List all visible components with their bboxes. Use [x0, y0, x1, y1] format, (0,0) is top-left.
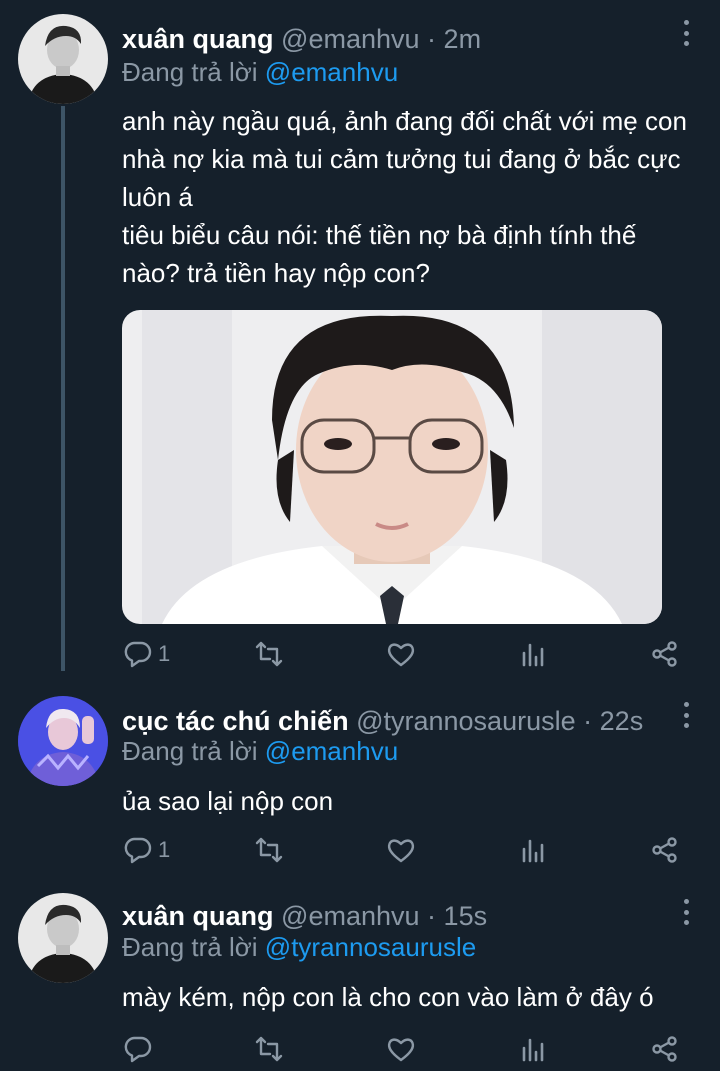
text-line: mày kém, nộp con là cho con vào làm ở đâ… [122, 982, 654, 1012]
display-name[interactable]: xuân quang [122, 24, 274, 54]
user-handle[interactable]: @tyrannosaurusle [356, 706, 576, 736]
text-line: tiêu biểu câu nói: thế tiền nợ bà định t… [122, 220, 637, 250]
share-icon [652, 1036, 677, 1062]
separator-dot: · [583, 706, 593, 736]
reply-icon [124, 1036, 152, 1063]
analytics-icon [522, 643, 544, 667]
like-button[interactable] [386, 1033, 416, 1065]
text-line: anh này ngầu quá, ảnh đang đối chất với … [122, 106, 687, 136]
text-line: ủa sao lại nộp con [122, 786, 334, 816]
reply-icon [124, 837, 152, 864]
replying-to: Đang trả lời @emanhvu [122, 735, 398, 767]
text-line: nào? trả tiền hay nộp con? [122, 258, 430, 288]
retweet-button[interactable] [254, 834, 284, 866]
more-options-icon[interactable] [680, 899, 692, 925]
action-bar [122, 1033, 682, 1065]
like-button[interactable] [386, 834, 416, 866]
tweet-2[interactable]: cục tác chú chiến @tyrannosaurusle · 22s… [0, 696, 720, 876]
tweet-text: mày kém, nộp con là cho con vào làm ở đâ… [122, 978, 692, 1016]
retweet-icon [255, 1036, 283, 1062]
reply-prefix: Đang trả lời [122, 57, 258, 87]
timestamp[interactable]: 22s [600, 706, 644, 736]
analytics-icon [522, 839, 544, 863]
reply-prefix: Đang trả lời [122, 932, 258, 962]
retweet-button[interactable] [254, 1033, 284, 1065]
avatar[interactable] [18, 696, 108, 786]
action-bar: 1 [122, 834, 682, 866]
tweet-image[interactable] [122, 310, 662, 624]
share-icon [652, 641, 677, 667]
reply-prefix: Đang trả lời [122, 736, 258, 766]
reply-button[interactable]: 1 [122, 638, 170, 670]
retweet-icon [255, 641, 283, 667]
thread-line [61, 106, 65, 671]
separator-dot: · [427, 24, 437, 54]
retweet-icon [255, 837, 283, 863]
avatar[interactable] [18, 893, 108, 983]
reply-icon [124, 641, 152, 668]
reply-count: 1 [158, 837, 171, 862]
display-name[interactable]: xuân quang [122, 901, 274, 931]
timestamp[interactable]: 15s [444, 901, 488, 931]
reply-mention[interactable]: @emanhvu [265, 57, 398, 87]
like-icon [387, 839, 415, 863]
share-button[interactable] [650, 638, 680, 670]
reply-mention[interactable]: @emanhvu [265, 736, 398, 766]
avatar[interactable] [18, 14, 108, 104]
replying-to: Đang trả lời @tyrannosaurusle [122, 931, 476, 963]
like-icon [387, 643, 415, 667]
tweet-text: ủa sao lại nộp con [122, 782, 692, 820]
separator-dot: · [427, 901, 437, 931]
text-line: nhà nợ kia mà tui cảm tưởng tui đang ở b… [122, 144, 681, 174]
reply-button[interactable]: 1 [122, 834, 170, 866]
like-icon [387, 1038, 415, 1062]
user-handle[interactable]: @emanhvu [281, 24, 419, 54]
retweet-button[interactable] [254, 638, 284, 670]
share-button[interactable] [650, 834, 680, 866]
reply-mention[interactable]: @tyrannosaurusle [265, 932, 476, 962]
tweet-header: cục tác chú chiến @tyrannosaurusle · 22s [122, 705, 670, 737]
analytics-button[interactable] [518, 834, 548, 866]
tweet-3[interactable]: xuân quang @emanhvu · 15s Đang trả lời @… [0, 893, 720, 1071]
share-button[interactable] [650, 1033, 680, 1065]
share-icon [652, 837, 677, 863]
display-name[interactable]: cục tác chú chiến [122, 706, 349, 736]
reply-button[interactable] [122, 1033, 152, 1065]
timestamp[interactable]: 2m [444, 24, 482, 54]
analytics-button[interactable] [518, 1033, 548, 1065]
analytics-icon [522, 1038, 544, 1062]
tweet-header: xuân quang @emanhvu · 15s [122, 900, 670, 932]
user-handle[interactable]: @emanhvu [281, 901, 419, 931]
tweet-text: anh này ngầu quá, ảnh đang đối chất với … [122, 102, 692, 292]
reply-count: 1 [158, 641, 171, 666]
tweet-header: xuân quang @emanhvu · 2m [122, 23, 670, 55]
text-line: luôn á [122, 182, 193, 212]
tweet-1[interactable]: xuân quang @emanhvu · 2m Đang trả lời @e… [0, 14, 720, 674]
analytics-button[interactable] [518, 638, 548, 670]
replying-to: Đang trả lời @emanhvu [122, 56, 398, 88]
more-options-icon[interactable] [680, 702, 692, 728]
like-button[interactable] [386, 638, 416, 670]
action-bar: 1 [122, 638, 682, 670]
more-options-icon[interactable] [680, 20, 692, 46]
